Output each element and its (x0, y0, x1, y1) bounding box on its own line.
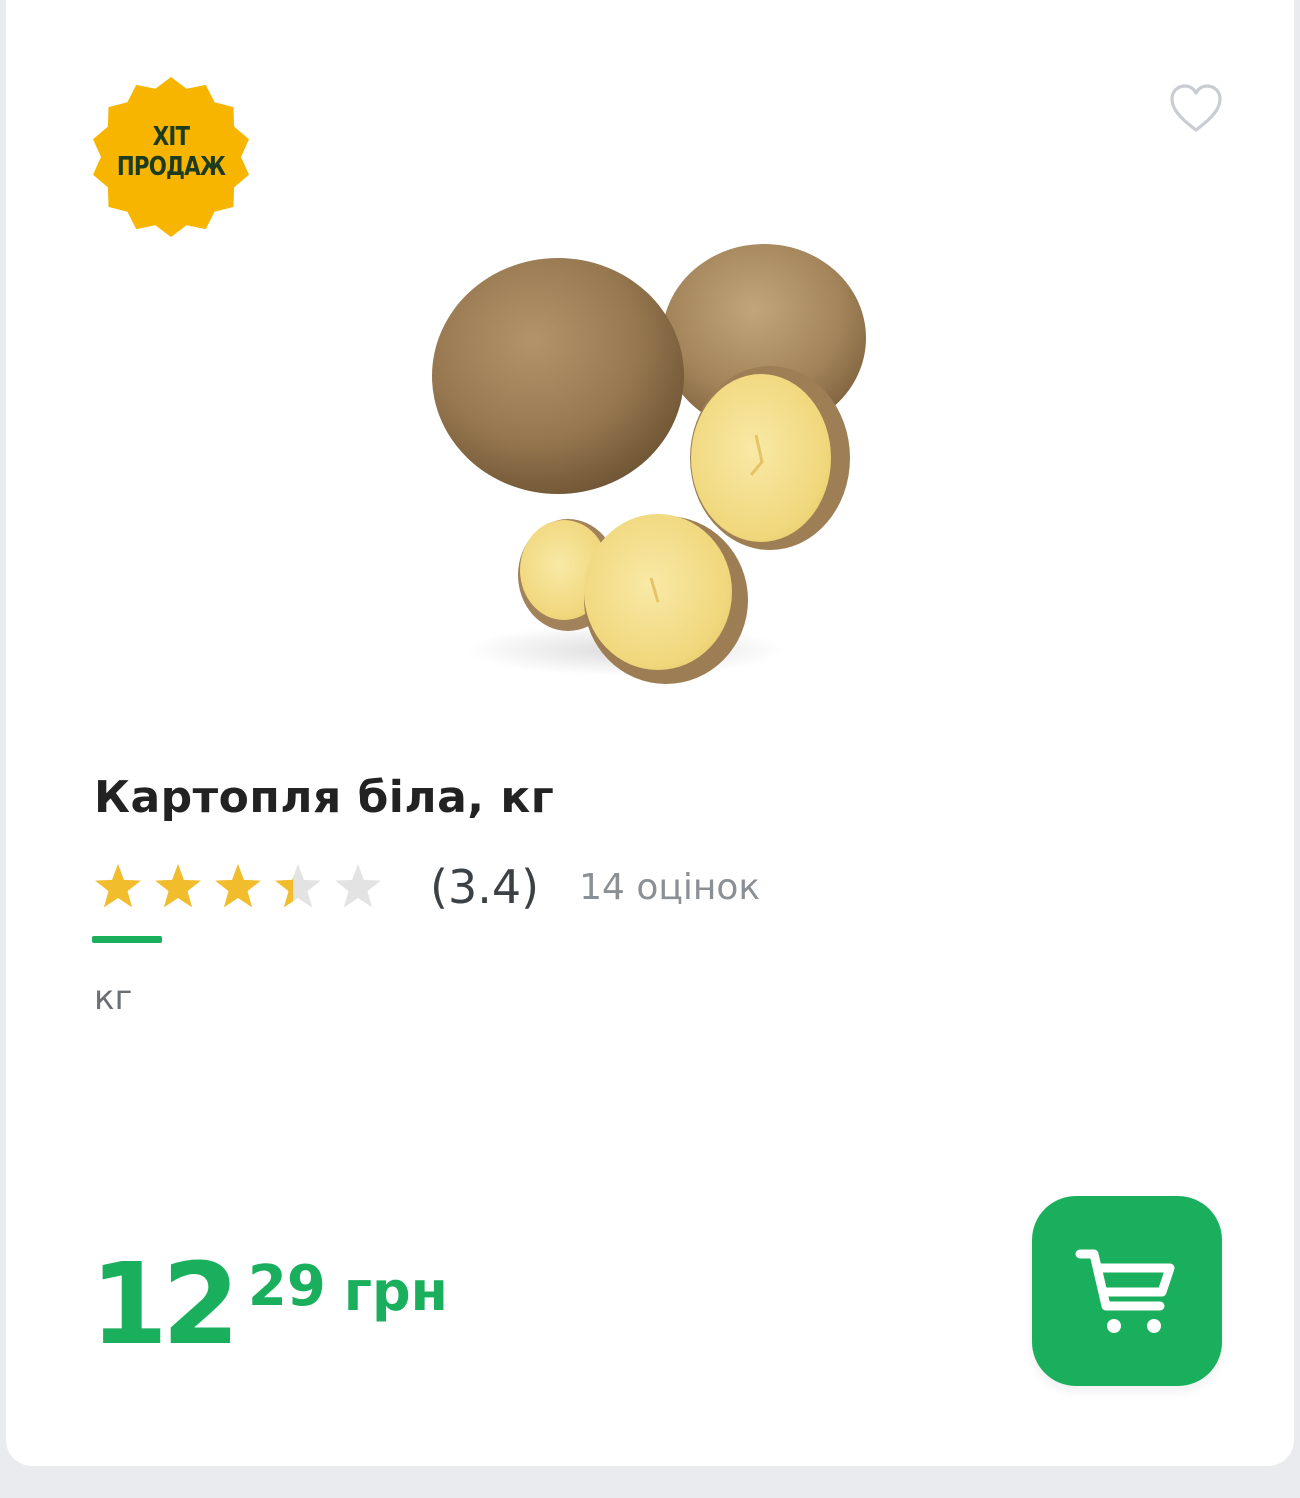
heart-outline-icon (1170, 84, 1222, 132)
price-integer: 12 (90, 1240, 240, 1370)
price: 12 29 грн (90, 1240, 448, 1370)
star-half-icon (275, 864, 321, 908)
potato-image (432, 244, 866, 684)
rating-stars (94, 863, 382, 911)
accent-divider (92, 936, 162, 943)
badge-label: ХІТ ПРОДАЖ (105, 122, 238, 182)
add-to-cart-button[interactable] (1032, 1196, 1222, 1386)
star-empty-icon (335, 864, 381, 908)
product-image[interactable] (396, 230, 896, 700)
cart-icon (1075, 1249, 1175, 1333)
unit-label: кг (94, 978, 133, 1018)
star-filled-icon (215, 864, 261, 908)
rating-count[interactable]: 14 оцінок (579, 867, 760, 908)
badge-line-1: ХІТ (152, 122, 190, 152)
price-currency: грн (343, 1260, 448, 1323)
product-card[interactable]: ХІТ ПРОДАЖ Картопля біла, кг (3.4) 14 оц… (6, 0, 1294, 1466)
rating-row: (3.4) 14 оцінок (94, 855, 760, 919)
price-fraction: 29 (247, 1254, 326, 1319)
star-filled-icon (155, 864, 201, 908)
bestseller-badge: ХІТ ПРОДАЖ (90, 76, 252, 238)
product-title[interactable]: Картопля біла, кг (94, 772, 554, 823)
favorite-button[interactable] (1166, 80, 1226, 136)
badge-line-2: ПРОДАЖ (116, 152, 226, 182)
rating-value: (3.4) (430, 860, 540, 914)
star-filled-icon (95, 864, 141, 908)
